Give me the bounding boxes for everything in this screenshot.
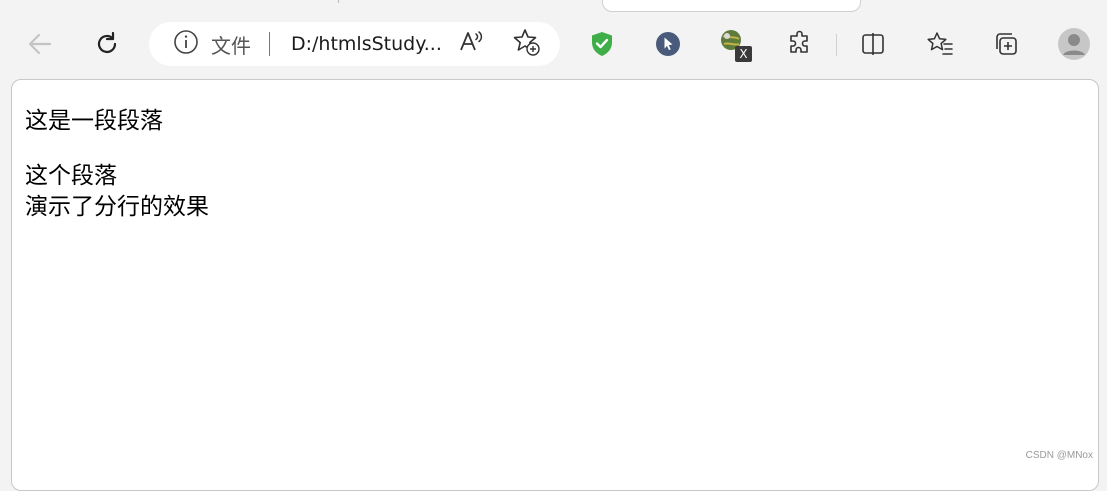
toolbar-divider xyxy=(836,34,837,56)
star-plus-icon xyxy=(511,27,541,61)
browser-toolbar: 文件 D:/htmlsStudy... X xyxy=(0,12,1107,78)
site-info-button[interactable] xyxy=(173,22,199,66)
excel-globe-icon: X xyxy=(715,24,755,64)
profile-button[interactable] xyxy=(1056,26,1092,62)
shield-extension-button[interactable] xyxy=(584,26,620,62)
refresh-icon xyxy=(93,30,121,58)
tab-strip xyxy=(0,0,1107,12)
collections-icon xyxy=(992,30,1020,58)
read-aloud-icon xyxy=(457,28,485,60)
read-aloud-button[interactable] xyxy=(457,22,485,66)
address-separator xyxy=(269,32,270,56)
cursor-icon xyxy=(654,30,682,58)
tab-dropdown-edge xyxy=(602,0,861,12)
page-content: 这是一段段落 这个段落 演示了分行的效果 xyxy=(11,79,1099,491)
arrow-left-icon xyxy=(26,30,54,58)
paragraph-2-line-2: 演示了分行的效果 xyxy=(25,194,209,220)
avatar-icon xyxy=(1057,27,1091,61)
extensions-button[interactable] xyxy=(782,26,818,62)
split-screen-icon xyxy=(859,30,887,58)
back-button[interactable] xyxy=(22,26,58,62)
url-text[interactable]: D:/htmlsStudy... xyxy=(291,22,442,66)
paragraph-1: 这是一段段落 xyxy=(25,108,163,134)
address-bar[interactable]: 文件 D:/htmlsStudy... xyxy=(149,22,560,66)
puzzle-icon xyxy=(786,30,814,58)
paragraph-2-line-1: 这个段落 xyxy=(25,163,117,189)
add-favorite-button[interactable] xyxy=(511,22,541,66)
collections-button[interactable] xyxy=(988,26,1024,62)
favorites-list-icon xyxy=(926,30,954,58)
tab-separator xyxy=(338,0,339,3)
favorites-button[interactable] xyxy=(922,26,958,62)
site-info-label[interactable]: 文件 xyxy=(211,22,251,66)
svg-text:X: X xyxy=(739,47,747,61)
watermark: CSDN @MNox xyxy=(1025,450,1093,461)
split-screen-button[interactable] xyxy=(855,26,891,62)
excel-extension-button[interactable]: X xyxy=(717,26,753,62)
refresh-button[interactable] xyxy=(89,26,125,62)
shield-check-icon xyxy=(588,30,616,58)
cursor-extension-button[interactable] xyxy=(650,26,686,62)
info-icon xyxy=(173,29,199,59)
